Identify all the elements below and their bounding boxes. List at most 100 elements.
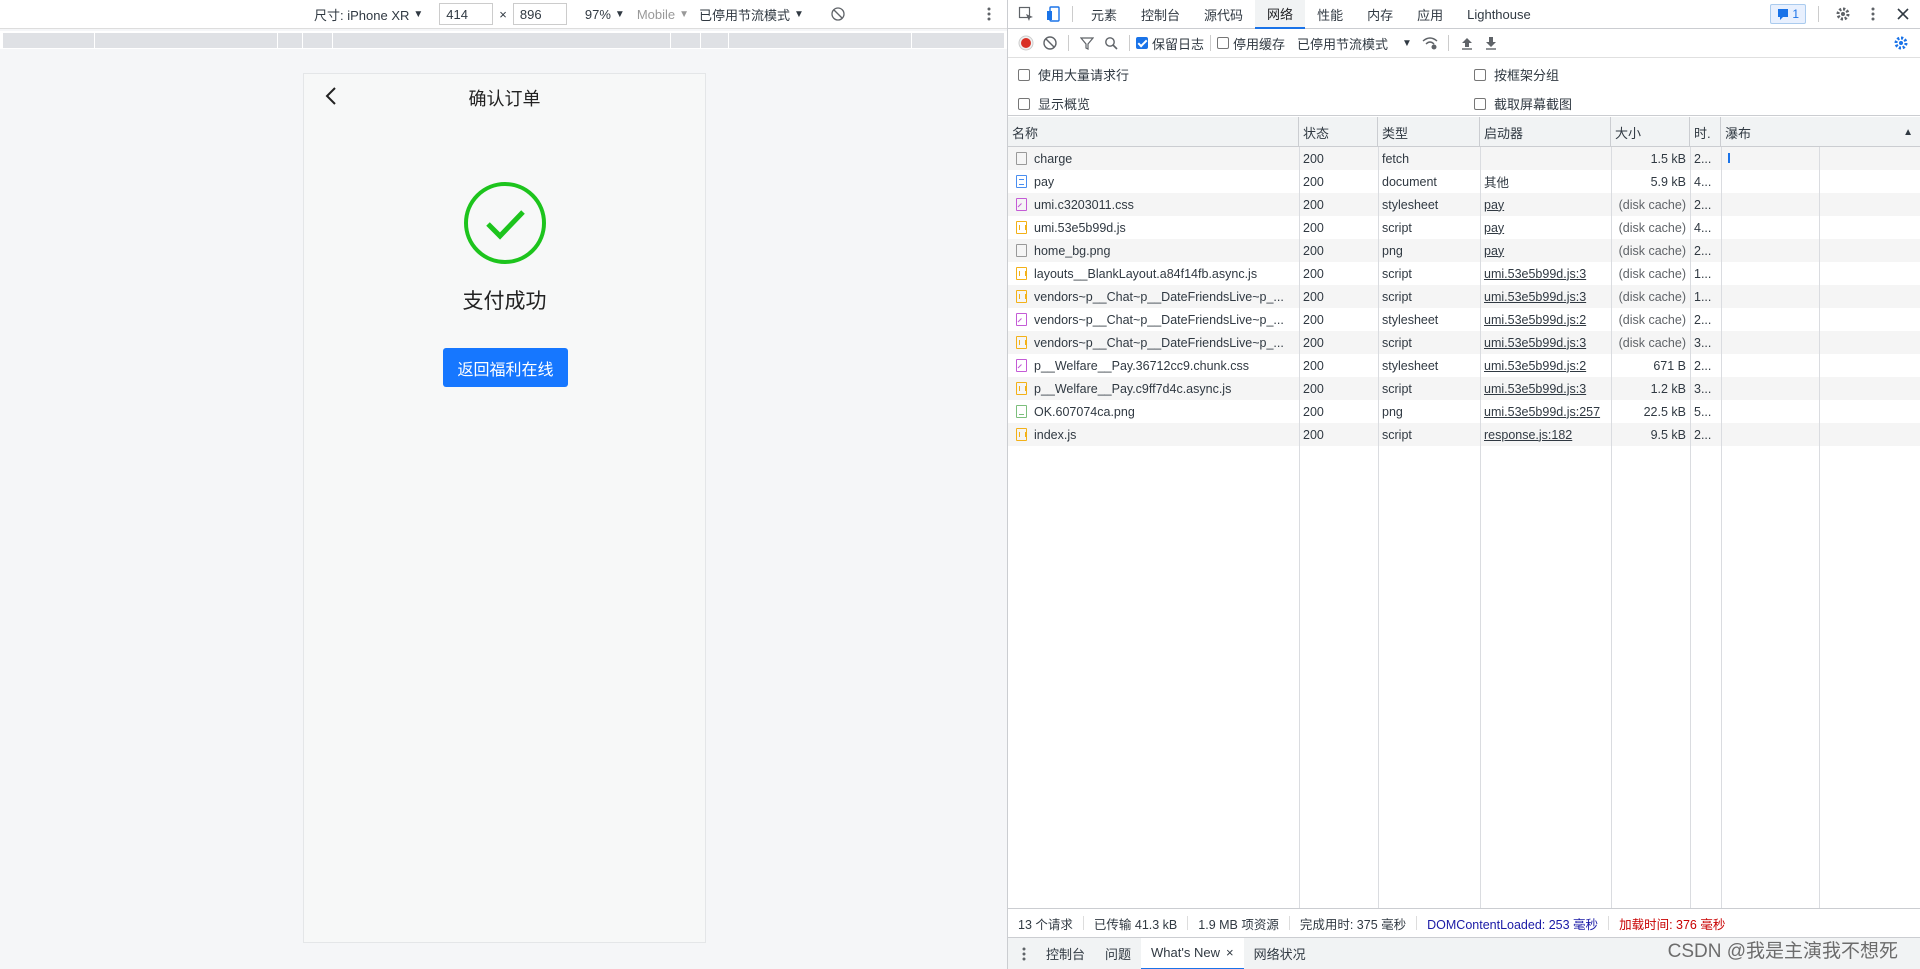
separator bbox=[1068, 35, 1069, 51]
drawer-menu-icon[interactable] bbox=[1012, 942, 1036, 966]
size-value: (disk cache) bbox=[1618, 243, 1686, 258]
table-row[interactable]: vendors~p__Chat~p__DateFriendsLive~p_...… bbox=[1008, 308, 1920, 331]
status-value: 200 bbox=[1303, 266, 1324, 281]
tab-7[interactable]: Lighthouse bbox=[1455, 0, 1543, 29]
table-row[interactable]: umi.c3203011.css 200 stylesheet pay (disk ca… bbox=[1008, 193, 1920, 216]
cell-initiator[interactable]: umi.53e5b99d.js:257 bbox=[1480, 400, 1611, 423]
inspect-element-icon[interactable] bbox=[1014, 2, 1038, 26]
height-input[interactable]: 896 bbox=[512, 3, 567, 25]
issues-badge[interactable]: 1 bbox=[1770, 4, 1806, 24]
close-tab-icon[interactable]: × bbox=[1226, 945, 1234, 960]
tab-3[interactable]: 网络 bbox=[1255, 0, 1306, 29]
table-row[interactable]: p__Welfare__Pay.36712cc9.chunk.css 200 sty… bbox=[1008, 354, 1920, 377]
rotate-icon[interactable] bbox=[826, 2, 850, 26]
tab-4[interactable]: 性能 bbox=[1305, 0, 1355, 29]
cell-initiator[interactable]: umi.53e5b99d.js:3 bbox=[1480, 377, 1611, 400]
record-icon[interactable] bbox=[1014, 31, 1038, 55]
table-row[interactable]: vendors~p__Chat~p__DateFriendsLive~p_...… bbox=[1008, 331, 1920, 354]
customize-menu-icon[interactable] bbox=[1861, 2, 1885, 26]
table-row[interactable]: layouts__BlankLayout.a84f14fb.async.js 20… bbox=[1008, 262, 1920, 285]
type-value: script bbox=[1382, 266, 1412, 281]
table-row[interactable]: vendors~p__Chat~p__DateFriendsLive~p_...… bbox=[1008, 285, 1920, 308]
zoom-select[interactable]: 97% ▼ bbox=[585, 7, 625, 22]
ruler-tick bbox=[728, 33, 729, 48]
width-input[interactable]: 414 bbox=[439, 3, 494, 25]
disable-cache-checkbox[interactable]: 停用缓存 bbox=[1217, 34, 1285, 53]
table-row[interactable]: umi.53e5b99d.js 200 script pay (disk cache) 4… bbox=[1008, 216, 1920, 239]
preserve-log-checkbox[interactable]: 保留日志 bbox=[1136, 34, 1204, 53]
resources-size: 1.9 MB 项资源 bbox=[1188, 916, 1290, 932]
type-value: script bbox=[1382, 289, 1412, 304]
drawer-tab-3[interactable]: 网络状况 bbox=[1244, 938, 1316, 969]
drawer-tab-2[interactable]: What's New × bbox=[1141, 937, 1244, 969]
name-value: home_bg.png bbox=[1034, 243, 1111, 258]
column-header-name[interactable]: 名称 bbox=[1008, 117, 1299, 147]
column-header-time[interactable]: 时. bbox=[1690, 117, 1721, 147]
cell-time: 5... bbox=[1690, 400, 1721, 423]
name-value: pay bbox=[1034, 174, 1055, 189]
device-select[interactable]: 尺寸: iPhone XR ▼ bbox=[314, 5, 423, 24]
cell-initiator[interactable]: umi.53e5b99d.js:3 bbox=[1480, 331, 1611, 354]
table-row[interactable]: home_bg.png 200 png pay (disk cache) 2... bbox=[1008, 239, 1920, 262]
cell-initiator[interactable]: 其他 bbox=[1480, 170, 1611, 193]
page-title: 确认订单 bbox=[468, 89, 541, 109]
return-welfare-button[interactable]: 返回福利在线 bbox=[443, 348, 568, 387]
time-value: 2... bbox=[1694, 197, 1712, 212]
large-rows-checkbox[interactable]: 使用大量请求行 bbox=[1018, 65, 1129, 84]
cell-initiator[interactable]: pay bbox=[1480, 239, 1611, 262]
tab-0[interactable]: 元素 bbox=[1079, 0, 1129, 29]
column-header-initiator[interactable]: 启动器 bbox=[1480, 117, 1611, 147]
search-icon[interactable] bbox=[1099, 31, 1123, 55]
clear-icon[interactable] bbox=[1038, 31, 1062, 55]
column-header-size[interactable]: 大小 bbox=[1611, 117, 1690, 147]
table-row[interactable]: p__Welfare__Pay.c9ff7d4c.async.js 200 scri… bbox=[1008, 377, 1920, 400]
tab-2[interactable]: 源代码 bbox=[1192, 0, 1255, 29]
column-header-status[interactable]: 状态 bbox=[1299, 117, 1378, 147]
filter-icon[interactable] bbox=[1075, 31, 1099, 55]
device-type-select[interactable]: Mobile ▼ bbox=[637, 7, 689, 22]
cell-initiator[interactable]: umi.53e5b99d.js:3 bbox=[1480, 285, 1611, 308]
column-header-waterfall[interactable]: 瀑布 ▲ bbox=[1721, 117, 1920, 147]
tab-6[interactable]: 应用 bbox=[1405, 0, 1455, 29]
drawer-tab-1[interactable]: 问题 bbox=[1095, 938, 1141, 969]
cell-name: umi.53e5b99d.js bbox=[1008, 216, 1299, 239]
cell-initiator[interactable]: pay bbox=[1480, 216, 1611, 239]
tab-5[interactable]: 内存 bbox=[1355, 0, 1405, 29]
cell-initiator[interactable]: pay bbox=[1480, 193, 1611, 216]
cell-initiator[interactable]: umi.53e5b99d.js:2 bbox=[1480, 354, 1611, 377]
column-header-type[interactable]: 类型 bbox=[1378, 117, 1480, 147]
status-value: 200 bbox=[1303, 197, 1324, 212]
import-har-icon[interactable] bbox=[1455, 31, 1479, 55]
cell-size: (disk cache) bbox=[1611, 216, 1690, 239]
network-throttle-select[interactable]: 已停用节流模式 ▼ bbox=[1297, 34, 1412, 53]
close-icon[interactable] bbox=[1891, 2, 1915, 26]
column-label: 大小 bbox=[1615, 125, 1642, 141]
cell-initiator[interactable]: umi.53e5b99d.js:2 bbox=[1480, 308, 1611, 331]
export-har-icon[interactable] bbox=[1479, 31, 1503, 55]
cell-name: pay bbox=[1008, 170, 1299, 193]
settings-gear-icon[interactable] bbox=[1831, 2, 1855, 26]
network-settings-gear-icon[interactable] bbox=[1889, 31, 1913, 55]
table-row[interactable]: OK.607074ca.png 200 png umi.53e5b99d.js:257… bbox=[1008, 400, 1920, 423]
drawer-tab-0[interactable]: 控制台 bbox=[1036, 938, 1095, 969]
size-value: 5.9 kB bbox=[1650, 174, 1686, 189]
ruler-tick bbox=[94, 33, 95, 48]
capture-screenshots-checkbox[interactable]: 截取屏幕截图 bbox=[1474, 94, 1572, 113]
throttle-select[interactable]: 已停用节流模式 ▼ bbox=[699, 5, 804, 24]
device-toggle-icon[interactable] bbox=[1042, 2, 1066, 26]
table-row[interactable]: pay 200 document 其他 5.9 kB 4... bbox=[1008, 170, 1920, 193]
table-row[interactable]: index.js 200 script response.js:182 9.5 kB 2.… bbox=[1008, 423, 1920, 446]
media-query-ruler[interactable] bbox=[0, 31, 1007, 49]
cell-initiator[interactable] bbox=[1480, 147, 1611, 170]
type-value: fetch bbox=[1382, 151, 1410, 166]
cell-initiator[interactable]: response.js:182 bbox=[1480, 423, 1611, 446]
table-row[interactable]: charge 200 fetch 1.5 kB 2... bbox=[1008, 147, 1920, 170]
group-by-frame-checkbox[interactable]: 按框架分组 bbox=[1474, 65, 1559, 84]
more-options-icon[interactable] bbox=[977, 2, 1001, 26]
network-conditions-icon[interactable] bbox=[1418, 31, 1442, 55]
tab-1[interactable]: 控制台 bbox=[1129, 0, 1192, 29]
file-img-icon bbox=[1016, 405, 1027, 418]
show-overview-checkbox[interactable]: 显示概览 bbox=[1018, 94, 1090, 113]
waterfall-bar bbox=[1728, 153, 1730, 163]
cell-initiator[interactable]: umi.53e5b99d.js:3 bbox=[1480, 262, 1611, 285]
